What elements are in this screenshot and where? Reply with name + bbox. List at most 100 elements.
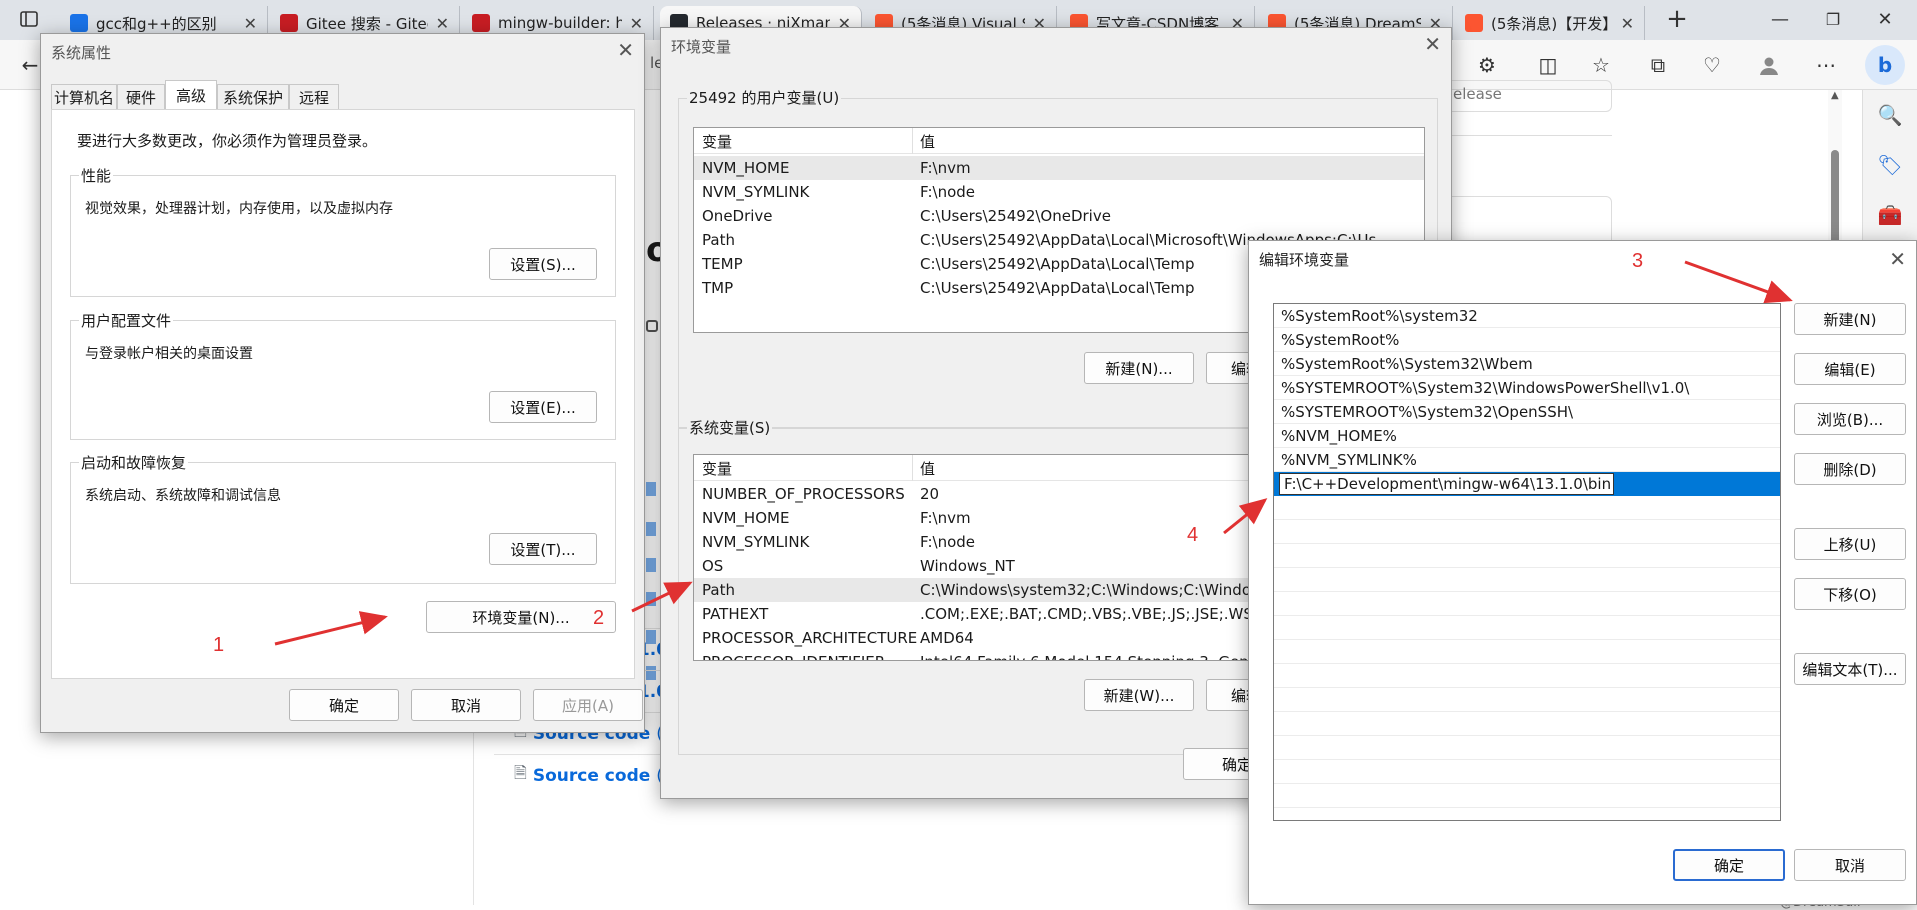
move-down-button[interactable]: 下移(O) (1794, 578, 1906, 610)
more-menu-icon[interactable]: ⋯ (1811, 50, 1841, 80)
close-window-icon[interactable]: ✕ (1870, 4, 1900, 34)
empty-entry-row[interactable] (1274, 664, 1780, 688)
annotation-label-1: 1 (213, 634, 225, 656)
path-entry[interactable]: %SYSTEMROOT%\System32\OpenSSH\ (1274, 400, 1780, 424)
variable-name: OneDrive (702, 207, 773, 225)
tab-2[interactable]: 高级 (165, 80, 217, 110)
variable-row[interactable]: OneDrive C:\Users\25492\OneDrive (694, 204, 1424, 228)
edit-ok-button[interactable]: 确定 (1673, 849, 1785, 881)
profile-settings-button[interactable]: 设置(E)... (489, 391, 597, 423)
path-entry[interactable]: %SystemRoot% (1274, 328, 1780, 352)
restore-icon[interactable]: ❐ (1818, 4, 1848, 34)
extensions-icon[interactable]: ⚙ (1472, 50, 1502, 80)
tab-0[interactable]: 计算机名 (51, 84, 117, 110)
variable-value: C:\Windows\system32;C:\Windows;C:\Window… (920, 581, 1277, 599)
variable-row[interactable]: NVM_HOME F:\nvm (694, 156, 1424, 180)
tab-close-icon[interactable]: ✕ (1621, 14, 1634, 33)
variable-value: C:\Users\25492\OneDrive (920, 207, 1111, 225)
empty-entry-row[interactable] (1274, 640, 1780, 664)
path-entry[interactable]: %SystemRoot%\System32\Wbem (1274, 352, 1780, 376)
variable-name: PATHEXT (702, 605, 769, 623)
tab-close-icon[interactable]: ✕ (436, 14, 449, 33)
variable-name: OS (702, 557, 724, 575)
path-entry[interactable]: %NVM_HOME% (1274, 424, 1780, 448)
empty-entry-row[interactable] (1274, 784, 1780, 808)
minimize-icon[interactable]: — (1765, 4, 1795, 34)
path-entry[interactable]: %SystemRoot%\system32 (1274, 304, 1780, 328)
empty-entry-row[interactable] (1274, 688, 1780, 712)
close-icon[interactable]: ✕ (1889, 247, 1906, 271)
tab-close-icon[interactable]: ✕ (630, 14, 643, 33)
favorites-icon[interactable]: ☆ (1586, 50, 1616, 80)
group-desc: 系统启动、系统故障和调试信息 (85, 488, 281, 504)
ok-button[interactable]: 确定 (289, 689, 399, 721)
empty-entry-row[interactable] (1274, 760, 1780, 784)
tab-4[interactable]: 远程 (289, 84, 339, 110)
empty-entry-row[interactable] (1274, 544, 1780, 568)
column-header-value[interactable]: 值 (920, 131, 935, 152)
tab-title: mingw-builder: ht (498, 14, 622, 32)
apply-button[interactable]: 应用(A) (533, 689, 643, 721)
file-zip-icon: 🗎 (514, 763, 527, 782)
bing-copilot-icon[interactable]: b (1865, 45, 1905, 85)
tools-icon[interactable]: 🧰 (1875, 200, 1905, 230)
system-new-button[interactable]: 新建(W)... (1084, 679, 1194, 711)
variable-value: C:\Users\25492\AppData\Local\Temp (920, 279, 1195, 297)
annotation-label-3: 3 (1632, 250, 1644, 272)
search-icon[interactable]: 🔍 (1875, 100, 1905, 130)
column-header-variable[interactable]: 变量 (702, 458, 732, 479)
page-link-fragment[interactable] (646, 592, 656, 606)
browser-tab[interactable]: (5条消息)【开发】 ✕ (1455, 6, 1645, 40)
variable-name: NVM_SYMLINK (702, 533, 810, 551)
empty-entry-row[interactable] (1274, 520, 1780, 544)
browse-button[interactable]: 浏览(B)... (1794, 403, 1906, 435)
tab-actions-icon[interactable] (14, 4, 44, 34)
new-entry-button[interactable]: 新建(N) (1794, 303, 1906, 335)
empty-entry-row[interactable] (1274, 496, 1780, 520)
split-screen-icon[interactable]: ◫ (1533, 50, 1563, 80)
performance-settings-button[interactable]: 设置(S)... (489, 248, 597, 280)
close-icon[interactable]: ✕ (617, 38, 634, 62)
page-link-fragment[interactable] (646, 482, 656, 496)
new-tab-button[interactable]: + (1662, 4, 1692, 34)
collections-icon[interactable]: ⧉ (1643, 50, 1673, 80)
path-entry[interactable]: %SYSTEMROOT%\System32\WindowsPowerShell\… (1274, 376, 1780, 400)
tab-close-icon[interactable]: ✕ (244, 14, 257, 33)
tab-title: (5条消息)【开发】 (1491, 14, 1613, 33)
asset-name[interactable]: Source code (533, 766, 650, 786)
page-link-fragment[interactable] (646, 522, 656, 536)
empty-entry-row[interactable] (1274, 592, 1780, 616)
shopping-icon[interactable]: 🏷 (1875, 150, 1905, 180)
move-up-button[interactable]: 上移(U) (1794, 528, 1906, 560)
startup-settings-button[interactable]: 设置(T)... (489, 533, 597, 565)
selected-entry-row[interactable]: F:\C++Development\mingw-w64\13.1.0\bin (1274, 472, 1780, 496)
path-entry[interactable]: %NVM_SYMLINK% (1274, 448, 1780, 472)
empty-entry-row[interactable] (1274, 712, 1780, 736)
path-entries-list[interactable]: %SystemRoot%\system32 %SystemRoot% %System… (1273, 303, 1781, 821)
delete-entry-button[interactable]: 删除(D) (1794, 453, 1906, 485)
cancel-button[interactable]: 取消 (411, 689, 521, 721)
page-link-fragment[interactable] (646, 558, 656, 572)
empty-entry-row[interactable] (1274, 568, 1780, 592)
tab-favicon-icon (70, 14, 88, 32)
browser-essentials-icon[interactable]: ♡ (1697, 50, 1727, 80)
edit-text-button[interactable]: 编辑文本(T)... (1794, 653, 1906, 685)
environment-variables-button[interactable]: 环境变量(N)... (426, 601, 616, 633)
empty-entry-row[interactable] (1274, 616, 1780, 640)
empty-entry-row[interactable] (1274, 736, 1780, 760)
variable-row[interactable]: NVM_SYMLINK F:\node (694, 180, 1424, 204)
profile-icon[interactable] (1754, 50, 1784, 80)
startup-recovery-group: 启动和故障恢复 系统启动、系统故障和调试信息 设置(T)... (70, 452, 616, 584)
edit-entry-button[interactable]: 编辑(E) (1794, 353, 1906, 385)
column-header-variable[interactable]: 变量 (702, 131, 732, 152)
tab-1[interactable]: 硬件 (117, 84, 165, 110)
user-new-button[interactable]: 新建(N)... (1084, 352, 1194, 384)
tab-title: gcc和g++的区别 (96, 14, 217, 33)
tab-title: Gitee 搜索 - Gitee (306, 14, 428, 33)
tab-3[interactable]: 系统保护 (217, 84, 289, 110)
edit-cancel-button[interactable]: 取消 (1794, 849, 1906, 881)
path-entry-edit-field[interactable]: F:\C++Development\mingw-w64\13.1.0\bin (1279, 473, 1614, 495)
edit-environment-variable-window: 编辑环境变量 ✕ %SystemRoot%\system32 %SystemRoo… (1248, 240, 1917, 905)
column-header-value[interactable]: 值 (920, 458, 935, 479)
close-icon[interactable]: ✕ (1424, 32, 1441, 56)
